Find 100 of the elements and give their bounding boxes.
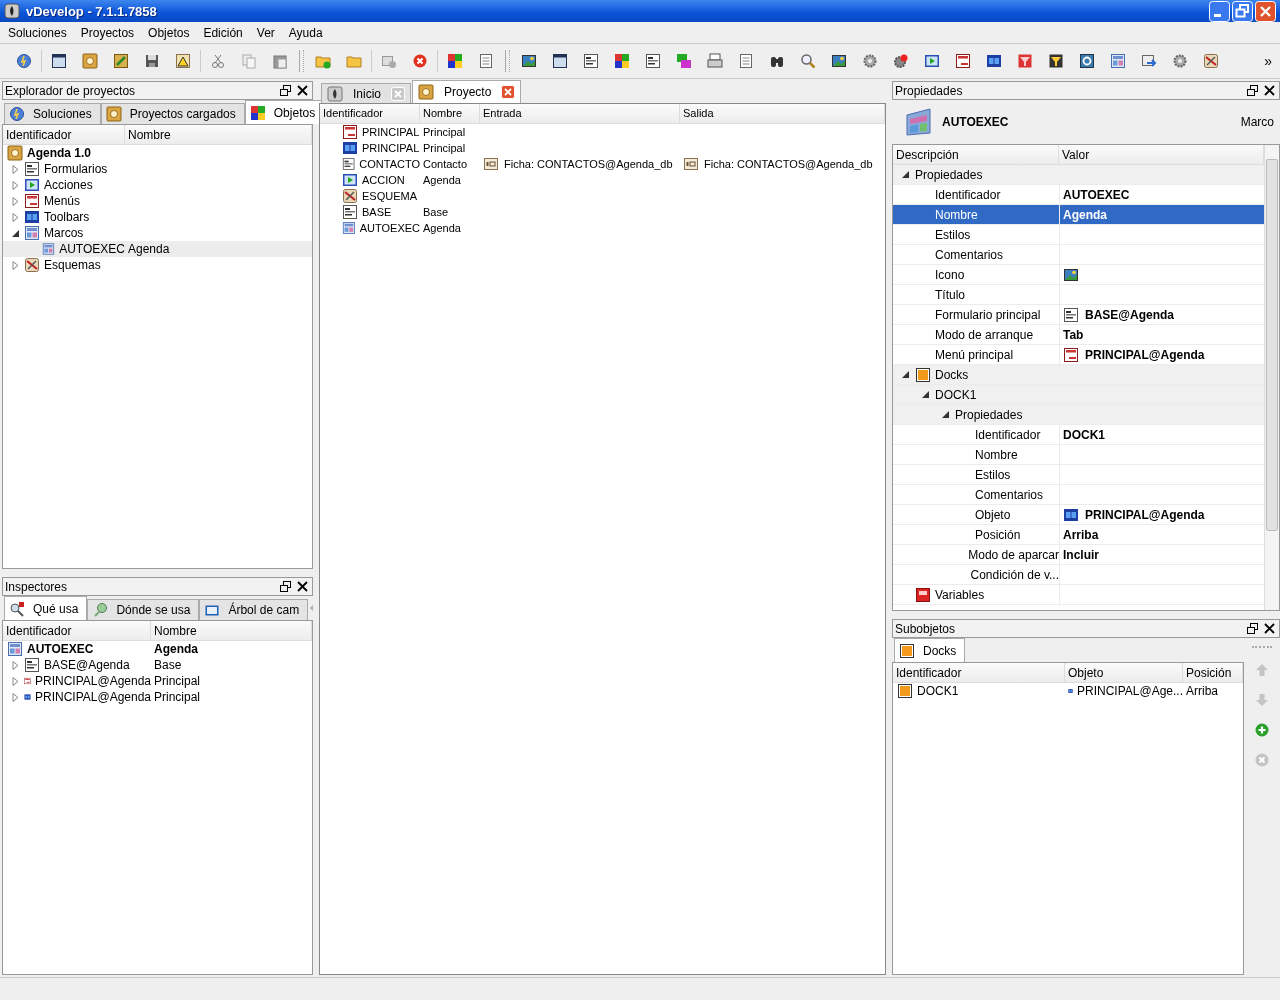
property-row[interactable]: Estilos [893,465,1264,485]
paste-icon[interactable] [272,53,288,69]
collapsed-icon[interactable] [11,212,20,222]
page-icon[interactable] [478,53,494,69]
property-row[interactable]: Modo de aparcar Incluir [893,545,1264,565]
property-row[interactable]: Propiedades [893,405,1264,425]
collapsed-icon[interactable] [11,260,20,270]
delete-icon[interactable] [412,53,428,69]
column-header[interactable]: Objeto [1065,663,1183,682]
collapsed-icon[interactable] [11,660,20,670]
overflow-button[interactable]: » [1264,53,1272,69]
expanded-icon[interactable] [941,410,950,419]
globe-icon[interactable] [16,53,32,69]
property-row[interactable]: Posición Arriba [893,525,1264,545]
float-icon[interactable] [280,581,291,592]
image-icon[interactable] [831,53,847,69]
column-header[interactable]: Identificador [3,125,125,144]
menu-item[interactable]: Edición [197,25,251,40]
layers-icon[interactable] [676,53,692,69]
close-icon[interactable] [1264,623,1275,634]
menu-window-icon[interactable] [955,53,971,69]
ring-icon[interactable] [1079,53,1095,69]
float-icon[interactable] [280,85,291,96]
gear-icon[interactable] [893,53,909,69]
property-row[interactable]: Comentarios [893,485,1264,505]
tab[interactable]: Soluciones [4,103,101,124]
tree-item[interactable]: Formularios [3,161,312,177]
property-row[interactable]: Título [893,285,1264,305]
tree-label[interactable]: BASE@Agenda [44,658,130,672]
expanded-icon[interactable] [901,170,910,179]
cut-icon[interactable] [210,53,226,69]
property-row[interactable]: Nombre [893,445,1264,465]
schema-icon[interactable] [1203,53,1219,69]
menu-item[interactable]: Ayuda [282,25,331,40]
search-icon[interactable] [800,53,816,69]
save-icon[interactable] [144,53,160,69]
menu-item[interactable]: Proyectos [74,25,143,40]
tab[interactable]: Qué usa [4,596,88,620]
form-icon[interactable] [645,53,661,69]
collapsed-icon[interactable] [11,676,20,686]
tab[interactable]: Árbol de cam [199,599,309,620]
color-grid-icon[interactable] [447,53,463,69]
window-icon[interactable] [552,53,568,69]
float-icon[interactable] [1247,623,1258,634]
tree-label[interactable]: PRINCIPAL@Agenda [35,690,151,704]
toolbar-icon[interactable] [986,53,1002,69]
property-row[interactable]: Icono [893,265,1264,285]
gear-icon[interactable] [862,53,878,69]
tree-item[interactable]: Toolbars [3,209,312,225]
column-header[interactable]: Posición [1183,663,1243,682]
restore-button[interactable] [1232,0,1253,22]
column-header[interactable]: Nombre [420,104,480,123]
column-header[interactable]: Salida [680,104,885,123]
property-row[interactable]: Estilos [893,225,1264,245]
folder-add-icon[interactable] [315,53,331,69]
expanded-icon[interactable] [11,228,20,238]
tree-label[interactable]: PRINCIPAL@Agenda [35,674,151,688]
tab[interactable]: Proyecto [412,80,522,103]
property-row[interactable]: Docks [893,365,1264,385]
property-row[interactable]: DOCK1 [893,385,1264,405]
add-icon[interactable] [1254,722,1270,738]
funnel-icon[interactable] [1048,53,1064,69]
print-icon[interactable] [707,53,723,69]
column-header[interactable]: Identificador [893,663,1065,682]
minimize-button[interactable] [1209,0,1230,22]
collapsed-icon[interactable] [11,180,20,190]
menu-item[interactable]: Ver [250,25,283,40]
expanded-icon[interactable] [901,370,910,379]
tree-item[interactable]: AUTOEXEC Agenda [3,241,312,257]
tab[interactable]: Inicio [321,83,411,103]
close-icon[interactable] [297,85,308,96]
tab[interactable]: Dónde se usa [87,599,200,620]
close-icon[interactable] [1264,85,1275,96]
image-icon[interactable] [521,53,537,69]
window-icon[interactable] [51,53,67,69]
tree-item[interactable]: Marcos [3,225,312,241]
gear-icon[interactable] [1172,53,1188,69]
frame-icon[interactable] [1110,53,1126,69]
scrollbar[interactable] [1264,145,1279,610]
edit-icon[interactable] [113,53,129,69]
menu-item[interactable]: Objetos [142,25,198,40]
column-header[interactable]: Nombre [151,621,312,640]
close-icon[interactable] [297,581,308,592]
property-row[interactable]: Objeto PRINCIPAL@Agenda [893,505,1264,525]
column-header[interactable]: Identificador [320,104,420,123]
float-icon[interactable] [1247,85,1258,96]
play-icon[interactable] [924,53,940,69]
property-row[interactable]: Identificador DOCK1 [893,425,1264,445]
tree-item[interactable]: Esquemas [3,257,312,273]
column-header[interactable]: Identificador [3,621,151,640]
form-icon[interactable] [583,53,599,69]
property-row[interactable]: Variables [893,585,1264,605]
property-row[interactable]: Propiedades [893,165,1264,185]
menu-item[interactable]: Soluciones [2,25,75,40]
tree-item[interactable]: Menús [3,193,312,209]
property-row[interactable]: Modo de arranque Tab [893,325,1264,345]
column-header[interactable]: Entrada [480,104,680,123]
property-row[interactable]: Comentarios [893,245,1264,265]
tab[interactable]: Docks [894,638,966,662]
tree-item[interactable]: Agenda 1.0 [3,145,312,161]
